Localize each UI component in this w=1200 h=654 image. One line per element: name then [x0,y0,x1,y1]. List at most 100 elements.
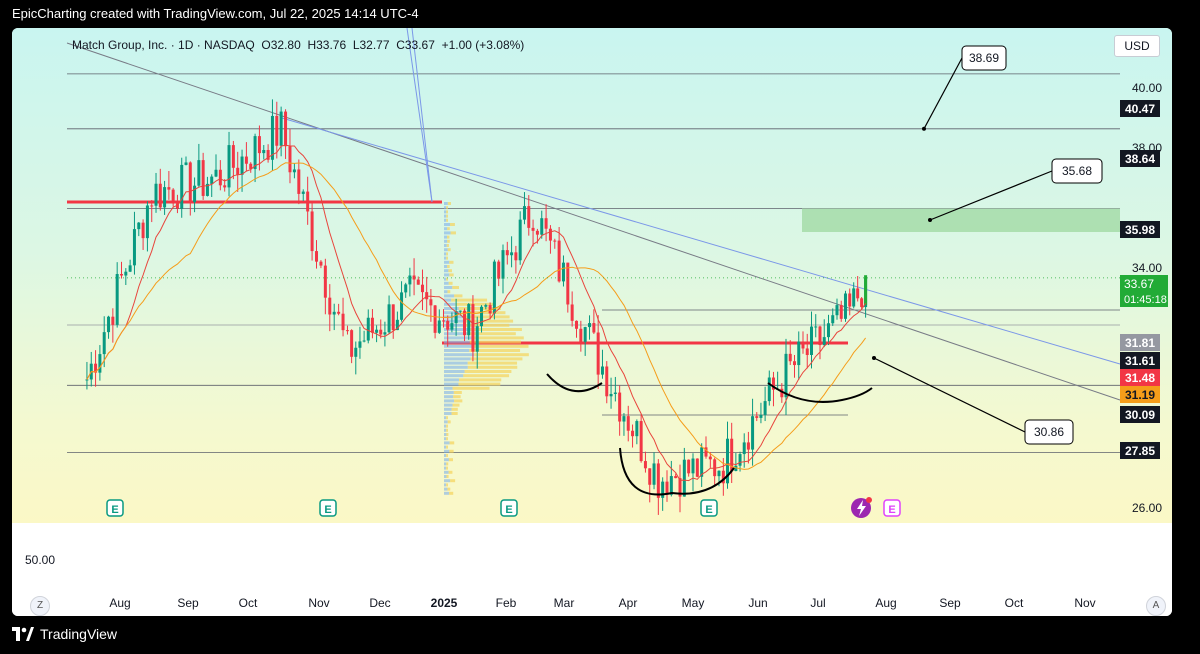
volume-profile-bar [446,433,448,436]
callout-anchor-dot [928,218,932,222]
candle-body [346,330,349,331]
price-level-label: 30.09 [1125,408,1155,422]
volume-profile-bar [463,374,509,377]
candle-body [98,354,101,373]
candle-body [540,218,543,234]
candle-body [379,330,382,335]
candle-body [425,292,428,299]
candle-body [653,463,656,484]
brand-name: TradingView [40,626,117,642]
volume-profile-bar [444,467,446,470]
price-level-label: 31.19 [1125,388,1155,402]
price-level-label: 38.64 [1125,152,1155,166]
candle-body [103,332,106,354]
volume-profile-bar [468,366,517,369]
auto-scale-button[interactable]: A [1146,596,1166,616]
candle-body [232,145,235,168]
event-notification-dot [866,497,872,503]
candle-body [536,231,539,235]
volume-profile-bar [446,462,448,465]
lower-pane-value: 50.00 [25,553,55,567]
volume-profile-bar [454,399,462,402]
legend-close: C33.67 [396,38,435,52]
candle-body [484,305,487,307]
volume-profile-bar [444,483,446,486]
volume-profile-bar [471,357,523,360]
volume-profile-bar [449,492,453,495]
volume-profile-bar [444,462,446,465]
candle-body [137,223,140,229]
candle-body [860,298,863,307]
candle-body [497,262,500,279]
volume-profile-bar [449,471,453,474]
candle-body [584,327,587,342]
candle-body [793,361,796,365]
candle-body [146,205,149,238]
volume-profile-bar [446,416,448,419]
candle-body [562,263,565,282]
candle-body [789,354,792,361]
volume-profile-bar [444,446,446,449]
legend-high: H33.76 [307,38,346,52]
candle-body [358,341,361,347]
volume-profile-bar [474,345,529,348]
candle-body [575,321,578,329]
candle-body [687,460,690,474]
candle-body [197,160,200,186]
price-chart[interactable]: 38.6935.6830.8640.0038.0034.0026.0040.47… [12,28,1172,616]
volume-profile-bar [444,261,449,264]
volume-profile-bar [452,412,458,415]
price-level-label: 40.47 [1125,102,1155,116]
candle-body [442,320,445,321]
volume-profile-bar [444,416,446,419]
candle-body [571,304,574,320]
candle-body [476,326,479,352]
candle-body [743,442,746,454]
volume-profile-bar [444,479,450,482]
volume-profile-bar [444,223,450,226]
candle-body [400,292,403,319]
candle-body [150,205,153,206]
candle-body [747,442,750,449]
volume-profile-bar [444,454,446,457]
candle-body [810,327,813,355]
candle-body [489,305,492,313]
candle-body [674,476,677,478]
volume-profile-bar [463,324,509,327]
volume-profile-bar [444,492,449,495]
currency-button[interactable]: USD [1114,35,1160,57]
candle-body [840,305,843,319]
volume-profile-bar [444,257,446,260]
legend-change: +1.00 (+3.08%) [442,38,525,52]
candle-body [337,312,340,314]
candle-body [635,421,638,436]
callout-pointer [874,358,1025,432]
volume-profile-bar [444,357,471,360]
candle-body [324,266,327,298]
volume-profile-bar [448,269,452,272]
tradingview-branding: TradingView [12,626,117,642]
candle-body [223,185,226,187]
candle-body [367,318,370,341]
candle-body [107,317,110,332]
candle-body [236,168,239,175]
volume-profile-bar [444,450,449,453]
volume-profile-bar [444,378,459,381]
x-axis-tick-label: Jul [810,596,825,610]
candle-body [831,315,834,323]
candle-body [163,187,166,207]
candle-body [275,116,278,146]
candle-body [835,305,838,315]
volume-profile-bar [444,206,446,209]
candle-body [193,186,196,203]
volume-profile-bar [444,227,447,230]
candle-body [142,223,145,238]
zoom-out-button[interactable]: Z [30,596,50,616]
candle-body [610,394,613,396]
volume-profile-bar [447,475,449,478]
volume-profile-bar [444,433,446,436]
volume-profile-bar [447,240,450,243]
volume-profile-bar [444,391,454,394]
volume-profile-bar [447,244,449,247]
candle-body [739,454,742,466]
